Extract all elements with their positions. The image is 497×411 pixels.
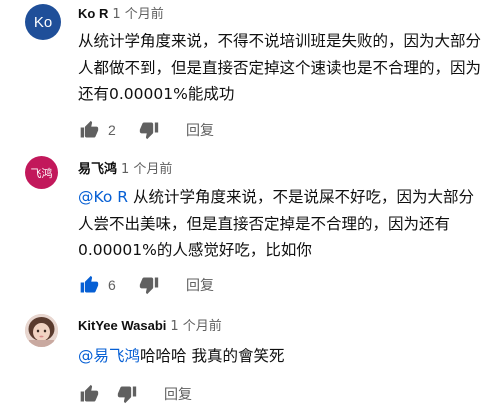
- dislike-button[interactable]: [116, 383, 138, 405]
- comment-time[interactable]: 1 个月前: [112, 7, 163, 22]
- thumbs-down-icon: [139, 122, 159, 140]
- comment-text: @易飞鸿哈哈哈 我真的會笑死: [78, 343, 483, 370]
- like-button[interactable]: [78, 274, 100, 296]
- comment-item: Ko Ko R 1 个月前 从统计学角度来说，不得不说培训班是失败的，因为大部分人…: [0, 0, 497, 140]
- thumbs-down-icon: [117, 386, 137, 404]
- dislike-button[interactable]: [138, 119, 160, 141]
- avatar-initials: 飞鸿: [30, 167, 53, 180]
- reply-button[interactable]: 回复: [164, 384, 192, 404]
- like-button[interactable]: [78, 119, 100, 141]
- mention-link[interactable]: @易飞鸿: [78, 347, 140, 365]
- mention-link[interactable]: @Ko R: [78, 188, 128, 206]
- author-name[interactable]: KitYee Wasabi: [78, 318, 166, 333]
- comment-time[interactable]: 1 个月前: [121, 162, 172, 177]
- comment-actions: 2 回复: [78, 118, 214, 142]
- comment-item: KitYee Wasabi 1 个月前 @易飞鸿哈哈哈 我真的會笑死 回复: [0, 306, 497, 411]
- like-button[interactable]: [78, 383, 100, 405]
- author-name[interactable]: Ko R: [78, 6, 108, 21]
- comment-text: 从统计学角度来说，不得不说培训班是失败的，因为大部分人都做不到，但是直接否定掉这…: [78, 28, 483, 108]
- dislike-button[interactable]: [138, 274, 160, 296]
- avatar-photo: [25, 314, 58, 347]
- avatar[interactable]: [25, 314, 58, 347]
- avatar[interactable]: 飞鸿: [25, 156, 58, 189]
- comment-time[interactable]: 1 个月前: [170, 319, 221, 334]
- reply-button[interactable]: 回复: [186, 120, 214, 140]
- thumbs-up-icon: [80, 120, 99, 138]
- like-count: 2: [108, 122, 116, 138]
- comment-text: @Ko R 从统计学角度来说，不是说屎不好吃，因为大部分人尝不出美味，但是直接否…: [78, 184, 483, 264]
- thumbs-down-icon: [139, 277, 159, 295]
- comment-body: 从统计学角度来说，不得不说培训班是失败的，因为大部分人都做不到，但是直接否定掉这…: [78, 32, 482, 103]
- author-name[interactable]: 易飞鸿: [78, 161, 117, 176]
- thumbs-up-icon: [80, 275, 99, 293]
- like-count: 6: [108, 277, 116, 293]
- comment-header: KitYee Wasabi 1 个月前: [78, 317, 222, 336]
- avatar-initials: Ko: [33, 13, 53, 31]
- reply-button[interactable]: 回复: [186, 275, 214, 295]
- comment-actions: 回复: [78, 382, 192, 406]
- comment-item: 飞鸿 易飞鸿 1 个月前 @Ko R 从统计学角度来说，不是说屎不好吃，因为大部分…: [0, 150, 497, 300]
- comment-body: 从统计学角度来说，不是说屎不好吃，因为大部分人尝不出美味，但是直接否定掉是不合理…: [78, 188, 475, 259]
- comment-actions: 6 回复: [78, 273, 214, 297]
- thumbs-up-icon: [80, 384, 99, 402]
- comment-header: Ko R 1 个月前: [78, 5, 164, 24]
- avatar[interactable]: Ko: [25, 4, 61, 40]
- comment-header: 易飞鸿 1 个月前: [78, 160, 172, 179]
- comment-body: 哈哈哈 我真的會笑死: [140, 347, 285, 365]
